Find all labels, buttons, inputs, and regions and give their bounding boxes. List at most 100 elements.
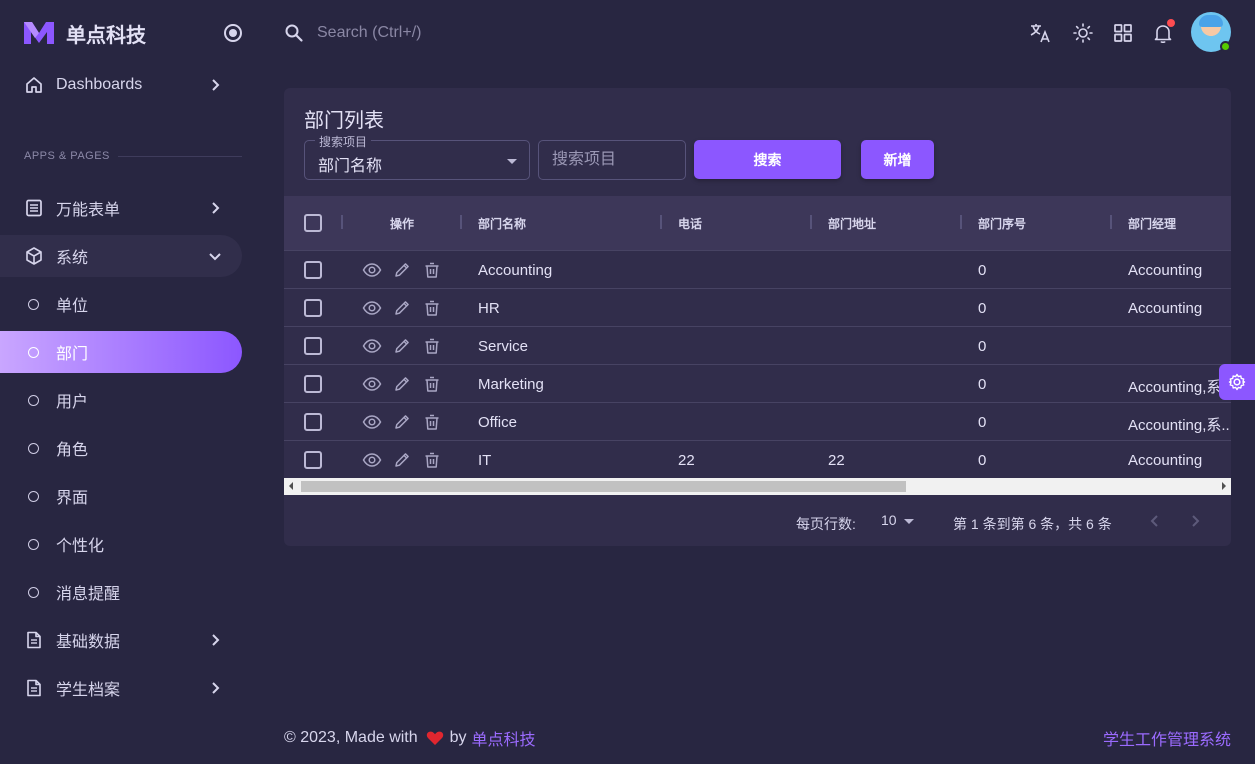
chevron-right-icon[interactable] bbox=[1185, 511, 1205, 531]
cube-icon bbox=[24, 246, 44, 266]
pencil-icon[interactable] bbox=[392, 374, 412, 394]
rows-per-page-select[interactable]: 10 bbox=[881, 512, 897, 528]
brand[interactable]: 单点科技 bbox=[22, 18, 242, 48]
page-title: 部门列表 bbox=[304, 110, 384, 132]
pencil-icon[interactable] bbox=[392, 260, 412, 280]
page-range-text: 第 1 条到第 6 条，共 6 条 bbox=[953, 516, 1112, 532]
trash-icon[interactable] bbox=[422, 412, 442, 432]
footer-by: by bbox=[449, 729, 467, 746]
cell-order: 0 bbox=[978, 452, 987, 469]
chevron-right-icon bbox=[212, 79, 220, 91]
row-checkbox[interactable] bbox=[304, 375, 322, 393]
search-button[interactable]: 搜索 bbox=[694, 140, 841, 179]
rows-per-page-label: 每页行数: bbox=[796, 516, 856, 532]
sidebar-item-basic-data[interactable]: 基础数据 bbox=[0, 619, 242, 661]
column-header-phone[interactable]: 电话 bbox=[678, 215, 702, 232]
trash-icon[interactable] bbox=[422, 298, 442, 318]
search-input[interactable] bbox=[538, 140, 686, 180]
circle-icon bbox=[28, 538, 39, 550]
sidebar-item-label: 系统 bbox=[56, 250, 89, 267]
cell-order: 0 bbox=[978, 414, 987, 431]
chevron-right-icon bbox=[212, 682, 220, 694]
select-value: 部门名称 bbox=[318, 158, 383, 175]
trash-icon[interactable] bbox=[422, 336, 442, 356]
sidebar-item-forms[interactable]: 万能表单 bbox=[0, 187, 242, 229]
search-field-select[interactable]: 搜索项目 部门名称 bbox=[304, 133, 530, 180]
sun-icon[interactable] bbox=[1071, 21, 1095, 45]
pencil-icon[interactable] bbox=[392, 450, 412, 470]
sidebar-subitem-role[interactable]: 角色 bbox=[0, 427, 242, 469]
chevron-left-icon[interactable] bbox=[1145, 511, 1165, 531]
scrollbar-thumb[interactable] bbox=[301, 481, 906, 492]
row-checkbox[interactable] bbox=[304, 299, 322, 317]
eye-icon[interactable] bbox=[362, 298, 382, 318]
search-icon[interactable] bbox=[284, 23, 304, 43]
trash-icon[interactable] bbox=[422, 260, 442, 280]
cell-order: 0 bbox=[978, 300, 987, 317]
row-checkbox[interactable] bbox=[304, 261, 322, 279]
chevron-down-icon bbox=[209, 253, 221, 261]
sidebar-subitem-personalize[interactable]: 个性化 bbox=[0, 523, 242, 565]
column-separator bbox=[810, 215, 812, 229]
eye-icon[interactable] bbox=[362, 374, 382, 394]
pencil-icon[interactable] bbox=[392, 412, 412, 432]
settings-button[interactable] bbox=[1219, 364, 1255, 400]
sidebar-subitem-user[interactable]: 用户 bbox=[0, 379, 242, 421]
column-separator bbox=[1110, 215, 1112, 229]
add-button[interactable]: 新增 bbox=[861, 140, 934, 179]
sidebar-item-dashboards[interactable]: Dashboards bbox=[0, 64, 242, 106]
sidebar-item-label: 学生档案 bbox=[56, 682, 121, 699]
home-icon bbox=[24, 75, 44, 95]
row-checkbox[interactable] bbox=[304, 337, 322, 355]
eye-icon[interactable] bbox=[362, 412, 382, 432]
radio-toggle-icon[interactable] bbox=[224, 24, 242, 42]
cell-order: 0 bbox=[978, 376, 987, 393]
chevron-right-icon bbox=[212, 634, 220, 646]
eye-icon[interactable] bbox=[362, 450, 382, 470]
footer: © 2023, Made with by 单点科技 学生工作管理系统 bbox=[284, 726, 1231, 750]
sidebar-item-system[interactable]: 系统 bbox=[0, 235, 242, 277]
circle-icon bbox=[28, 394, 39, 406]
trash-icon[interactable] bbox=[422, 450, 442, 470]
scroll-left-icon[interactable] bbox=[289, 482, 293, 490]
horizontal-scrollbar[interactable] bbox=[284, 478, 1231, 495]
table-row: Office 0 Accounting,系.. bbox=[284, 402, 1231, 440]
eye-icon[interactable] bbox=[362, 260, 382, 280]
row-checkbox[interactable] bbox=[304, 413, 322, 431]
sidebar-item-label: 消息提醒 bbox=[56, 586, 121, 603]
sidebar-item-student-records[interactable]: 学生档案 bbox=[0, 667, 242, 709]
sidebar: 单点科技 Dashboards APPS & PAGES 万能表单 系统 单位 … bbox=[0, 0, 256, 764]
brand-name: 单点科技 bbox=[66, 24, 146, 47]
pencil-icon[interactable] bbox=[392, 336, 412, 356]
sidebar-subitem-unit[interactable]: 单位 bbox=[0, 283, 242, 325]
column-header-order[interactable]: 部门序号 bbox=[978, 215, 1026, 232]
grid-icon[interactable] bbox=[1111, 21, 1135, 45]
translate-icon[interactable] bbox=[1028, 21, 1052, 45]
cell-manager: Accounting bbox=[1128, 262, 1203, 279]
caret-down-icon[interactable] bbox=[904, 519, 914, 524]
sidebar-subitem-interface[interactable]: 界面 bbox=[0, 475, 242, 517]
select-legend: 搜索项目 bbox=[315, 133, 372, 150]
sidebar-subitem-messages[interactable]: 消息提醒 bbox=[0, 571, 242, 613]
eye-icon[interactable] bbox=[362, 336, 382, 356]
search-input[interactable]: Search (Ctrl+/) bbox=[317, 24, 421, 42]
select-all-checkbox[interactable] bbox=[304, 214, 322, 232]
scroll-right-icon[interactable] bbox=[1222, 482, 1226, 490]
sidebar-item-label: 单位 bbox=[56, 298, 89, 315]
table-row: Accounting 0 Accounting bbox=[284, 250, 1231, 288]
cell-name: Accounting bbox=[478, 262, 553, 279]
footer-brand-link[interactable]: 单点科技 bbox=[472, 726, 536, 750]
column-header-address[interactable]: 部门地址 bbox=[828, 215, 876, 232]
row-checkbox[interactable] bbox=[304, 451, 322, 469]
column-header-name[interactable]: 部门名称 bbox=[478, 215, 526, 232]
sidebar-subitem-department[interactable]: 部门 bbox=[0, 331, 242, 373]
trash-icon[interactable] bbox=[422, 374, 442, 394]
cell-manager: Accounting bbox=[1128, 300, 1203, 317]
pencil-icon[interactable] bbox=[392, 298, 412, 318]
column-header-manager[interactable]: 部门经理 bbox=[1128, 215, 1176, 232]
column-separator bbox=[960, 215, 962, 229]
footer-system-link[interactable]: 学生工作管理系统 bbox=[1103, 726, 1231, 750]
chevron-right-icon bbox=[212, 202, 220, 214]
column-header-actions[interactable]: 操作 bbox=[390, 215, 414, 232]
form-icon bbox=[24, 198, 44, 218]
